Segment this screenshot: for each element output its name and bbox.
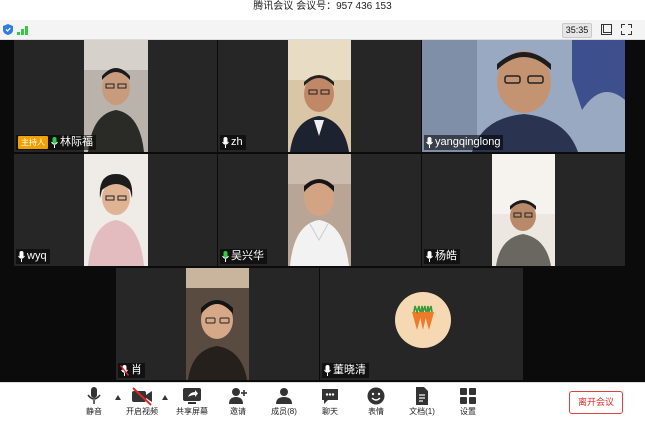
microphone-icon bbox=[87, 387, 101, 404]
smiley-icon bbox=[367, 387, 385, 405]
mic-icon bbox=[426, 251, 433, 262]
leave-meeting-button[interactable]: 离开会议 bbox=[569, 391, 623, 414]
bottom-toolbar: 静音 开启视频 共享屏幕 邀请 成员(8) 聊天 表情 文档(1) 设置 离开会… bbox=[0, 382, 645, 421]
participant-name: yangqinglong bbox=[435, 136, 501, 148]
signal-icon[interactable] bbox=[17, 24, 31, 35]
host-badge: 主持人 bbox=[18, 136, 48, 149]
members-icon bbox=[276, 388, 292, 404]
chat-icon bbox=[322, 389, 338, 404]
start-video-button[interactable]: 开启视频 bbox=[120, 386, 164, 420]
participant-name: 林际福 bbox=[60, 136, 93, 148]
participant-name: 杨皓 bbox=[435, 250, 457, 262]
camera-off-icon bbox=[132, 387, 152, 406]
carrots-avatar-icon bbox=[412, 305, 434, 330]
mic-icon bbox=[324, 365, 331, 376]
settings-label: 设置 bbox=[460, 407, 476, 416]
participant-label: wyq bbox=[16, 249, 50, 264]
mic-active-icon bbox=[222, 251, 229, 262]
add-user-icon bbox=[229, 388, 247, 404]
participant-tile[interactable]: 肖 bbox=[116, 268, 319, 380]
participant-label: zh bbox=[220, 135, 246, 150]
video-grid: 主持人 林际福 zh yangqinglong wyq 吴兴华 杨皓 肖 董晓清 bbox=[0, 40, 645, 382]
mute-label: 静音 bbox=[86, 407, 102, 416]
participant-tile[interactable]: wyq bbox=[14, 154, 217, 266]
top-status-bar: 35:35 bbox=[0, 20, 645, 40]
share-screen-label: 共享屏幕 bbox=[176, 407, 208, 416]
participant-avatar bbox=[395, 292, 451, 348]
invite-button[interactable]: 邀请 bbox=[216, 386, 260, 420]
participant-tile[interactable]: 主持人 林际福 bbox=[14, 40, 217, 152]
chat-button[interactable]: 聊天 bbox=[308, 386, 352, 420]
participant-name: 董晓清 bbox=[333, 364, 366, 376]
participant-label: 杨皓 bbox=[424, 249, 460, 264]
fit-window-icon[interactable] bbox=[601, 24, 612, 35]
members-label: 成员(8) bbox=[271, 407, 297, 416]
participant-tile[interactable]: 吴兴华 bbox=[218, 154, 421, 266]
settings-button[interactable]: 设置 bbox=[446, 386, 490, 420]
participant-video bbox=[186, 268, 249, 380]
mic-icon bbox=[18, 251, 25, 262]
meeting-timer: 35:35 bbox=[562, 23, 592, 38]
chat-label: 聊天 bbox=[322, 407, 338, 416]
share-screen-button[interactable]: 共享屏幕 bbox=[170, 386, 214, 420]
participant-tile[interactable]: yangqinglong bbox=[422, 40, 625, 152]
documents-button[interactable]: 文档(1) bbox=[400, 386, 444, 420]
participant-video bbox=[84, 154, 148, 266]
mic-muted-icon bbox=[120, 365, 129, 376]
participant-name: 吴兴华 bbox=[231, 250, 264, 262]
participant-label: 董晓清 bbox=[322, 363, 369, 378]
mic-active-icon bbox=[51, 137, 58, 148]
participant-video bbox=[492, 154, 555, 266]
settings-grid-icon bbox=[460, 388, 476, 404]
meeting-title: 腾讯会议 会议号：957 436 153 bbox=[253, 1, 392, 12]
participant-name: 肖 bbox=[131, 364, 142, 376]
share-screen-icon bbox=[183, 388, 201, 404]
participant-video bbox=[288, 154, 351, 266]
mic-icon bbox=[426, 137, 433, 148]
participant-video bbox=[288, 40, 351, 152]
window-title-bar: 腾讯会议 会议号：957 436 153 bbox=[0, 0, 645, 20]
participant-name: wyq bbox=[27, 250, 47, 262]
shield-icon[interactable] bbox=[3, 24, 13, 35]
start-video-label: 开启视频 bbox=[126, 407, 158, 416]
participant-tile[interactable]: 董晓清 bbox=[320, 268, 523, 380]
participant-label: 吴兴华 bbox=[220, 249, 267, 264]
document-icon bbox=[416, 387, 428, 405]
documents-label: 文档(1) bbox=[409, 407, 435, 416]
participant-label: 肖 bbox=[118, 363, 145, 378]
participant-name: zh bbox=[231, 136, 243, 148]
mic-icon bbox=[222, 137, 229, 148]
invite-label: 邀请 bbox=[230, 407, 246, 416]
caret-up-icon[interactable] bbox=[162, 395, 168, 400]
participant-tile[interactable]: zh bbox=[218, 40, 421, 152]
participant-label: yangqinglong bbox=[424, 135, 504, 150]
reactions-button[interactable]: 表情 bbox=[354, 386, 398, 420]
participant-label: 主持人 林际福 bbox=[16, 135, 96, 150]
participant-tile[interactable]: 杨皓 bbox=[422, 154, 625, 266]
members-button[interactable]: 成员(8) bbox=[262, 386, 306, 420]
mute-button[interactable]: 静音 bbox=[72, 386, 116, 420]
fullscreen-icon[interactable] bbox=[621, 24, 632, 35]
reactions-label: 表情 bbox=[368, 407, 384, 416]
